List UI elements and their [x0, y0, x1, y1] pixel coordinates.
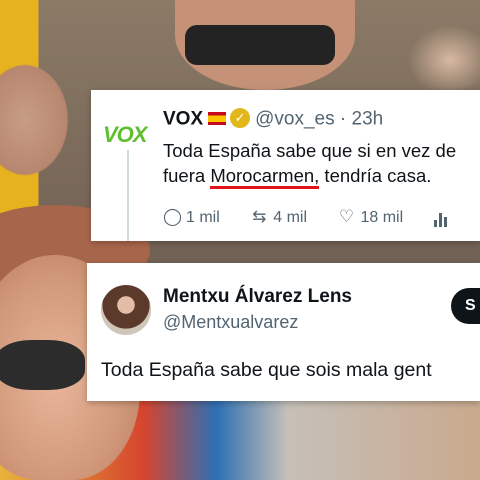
reply-count: 1 mil — [186, 209, 220, 226]
tweet-card-vox[interactable]: VOX VOX ✓ @vox_es · 23h Toda España sabe q… — [91, 90, 480, 241]
views-icon[interactable] — [433, 209, 449, 227]
reply-button[interactable]: ◯ 1 mil — [163, 207, 220, 227]
author-handle[interactable]: @vox_es — [255, 109, 335, 130]
retweet-count: 4 mil — [273, 209, 308, 226]
like-count: 18 mil — [360, 209, 404, 226]
text-pre: fuera — [163, 165, 211, 186]
tweet-card-reply[interactable]: Mentxu Álvarez Lens @Mentxualvarez S Tod… — [87, 263, 480, 401]
tweet-text: Toda España sabe que si en vez de fuera … — [163, 138, 457, 189]
like-icon: ♡ — [338, 207, 355, 226]
tweet-text: Toda España sabe que sois mala gent — [101, 359, 432, 381]
author-name[interactable]: VOX — [163, 109, 203, 130]
avatar[interactable] — [101, 285, 151, 335]
tweet-header: VOX ✓ @vox_es · 23h — [163, 108, 383, 131]
tweet-text-line1: Toda España sabe que si en vez de — [163, 140, 457, 161]
man-sunglasses — [185, 25, 335, 65]
vox-logo[interactable]: VOX — [103, 122, 147, 148]
reply-icon: ◯ — [163, 207, 183, 226]
tweet-actions: ◯ 1 mil ⇆ 4 mil ♡ 18 mil — [163, 207, 449, 227]
author-handle[interactable]: @Mentxualvarez — [163, 312, 298, 333]
verified-icon: ✓ — [230, 108, 251, 128]
author-name[interactable]: Mentxu Álvarez Lens — [163, 286, 352, 308]
woman-sunglasses — [0, 340, 85, 390]
retweet-icon: ⇆ — [252, 207, 267, 226]
retweet-button[interactable]: ⇆ 4 mil — [250, 207, 307, 227]
tweet-text-line2: fuera Morocarmen, tendría casa. — [163, 163, 456, 189]
follow-button[interactable]: S — [451, 288, 480, 324]
thread-line — [127, 150, 129, 241]
like-button[interactable]: ♡ 18 mil — [337, 207, 403, 227]
text-post: tendría casa. — [319, 165, 432, 186]
highlighted-word: Morocarmen, — [210, 165, 320, 189]
tweet-time[interactable]: · 23h — [340, 109, 383, 130]
spain-flag-icon — [208, 111, 227, 125]
